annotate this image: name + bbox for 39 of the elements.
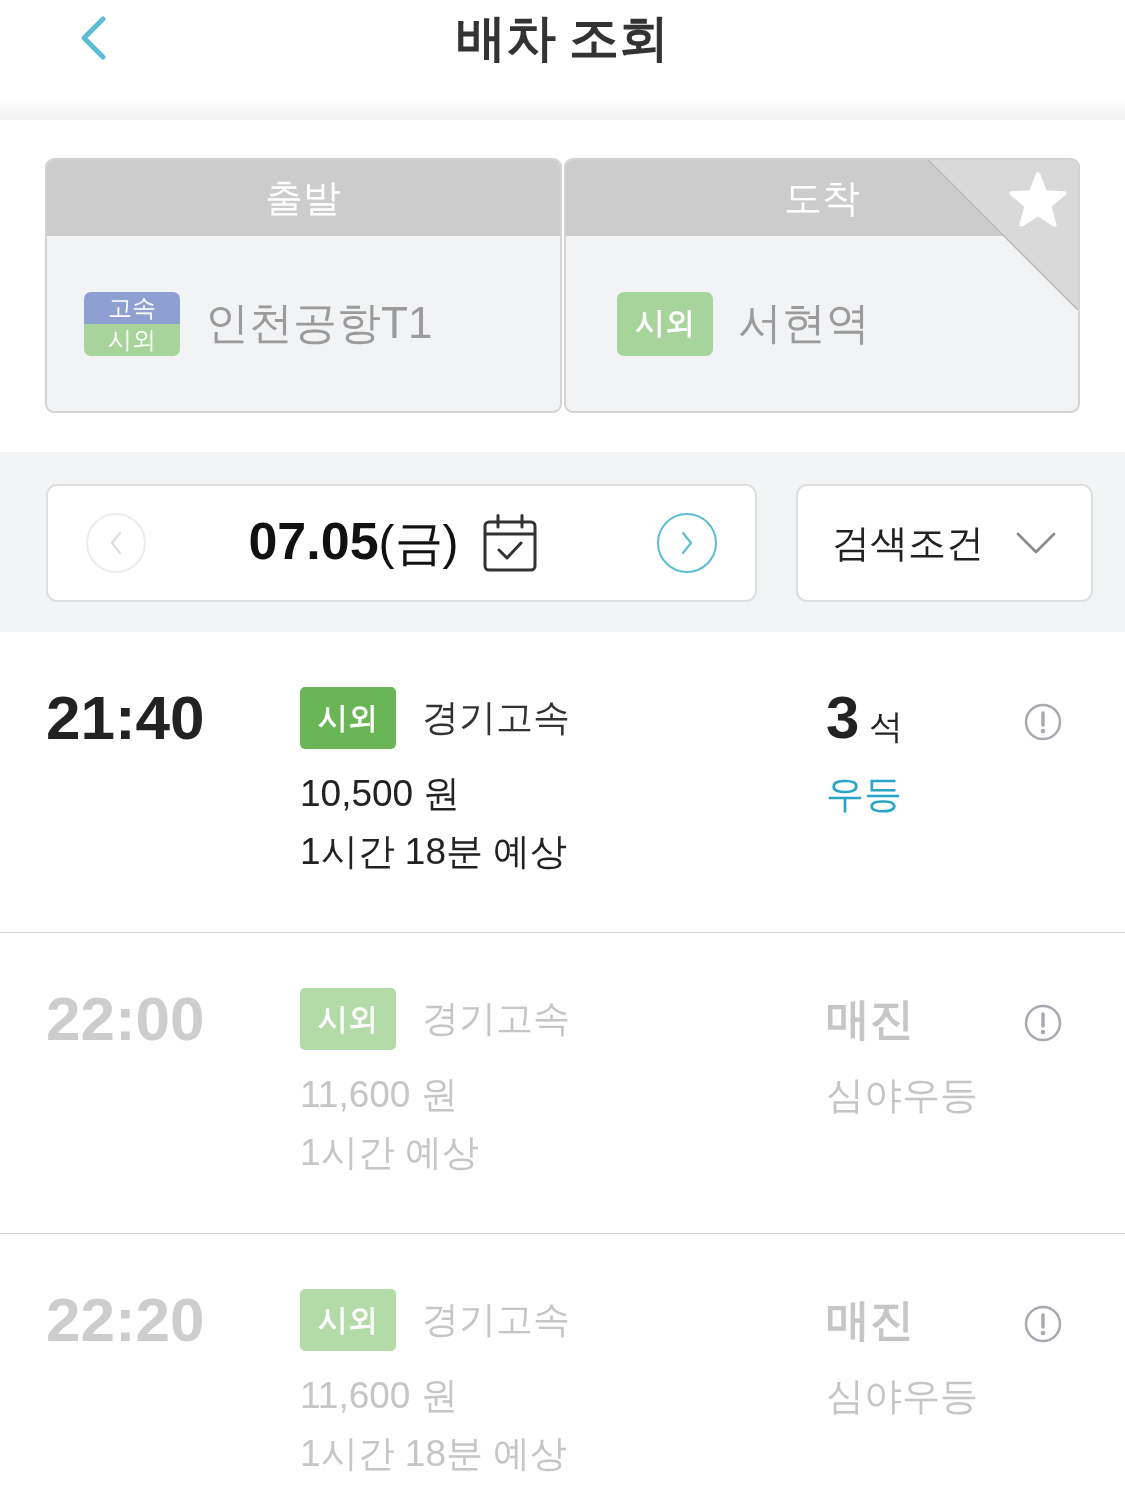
duration-text: 1시간 예상 (300, 1131, 479, 1175)
departure-time: 21:40 (46, 687, 205, 749)
station-name[interactable]: 인천공항T1 (205, 294, 433, 353)
bus-company: 경기고속 (422, 1298, 570, 1342)
seat-count: 3 (826, 687, 860, 749)
fare-text: 10,500 원 (300, 772, 461, 816)
info-icon[interactable] (1024, 1004, 1062, 1042)
chevron-down-icon (1016, 532, 1056, 554)
chevron-right-icon (680, 531, 694, 555)
search-filter-button[interactable]: 검색조건 (796, 484, 1093, 602)
favorite-button[interactable] (928, 160, 1078, 310)
duration-text: 1시간 18분 예상 (300, 1432, 568, 1476)
bus-type-tag: 시외 (300, 988, 396, 1050)
station-name[interactable]: 서현역 (737, 294, 870, 353)
page-title: 배차 조회 (455, 9, 670, 68)
info-icon[interactable] (1024, 1305, 1062, 1343)
calendar-icon[interactable] (482, 514, 537, 572)
bus-type-tag: 시외 (300, 1289, 396, 1351)
chevron-left-icon (109, 531, 123, 555)
route-type-tag: 시외 (616, 291, 713, 356)
back-icon[interactable] (79, 15, 107, 61)
route-type-tag: 고속 (84, 291, 180, 324)
bus-company: 경기고속 (422, 997, 570, 1041)
bus-type-tag: 시외 (300, 687, 396, 749)
bus-company: 경기고속 (422, 696, 570, 740)
date-label: 07.05(금) (248, 511, 459, 572)
sold-out-label: 매진 (826, 993, 914, 1045)
seat-grade: 우등 (826, 772, 902, 817)
fare-text: 11,600 원 (300, 1073, 458, 1117)
star-icon (1009, 172, 1067, 227)
seat-grade: 심야우등 (826, 1073, 978, 1118)
seat-unit: 석 (869, 706, 904, 747)
info-icon[interactable] (1024, 703, 1062, 741)
route-type-tag: 시외 (84, 323, 180, 356)
next-day-button[interactable] (657, 513, 717, 573)
fare-text: 11,600 원 (300, 1374, 458, 1418)
seat-grade: 심야우등 (826, 1374, 978, 1419)
duration-text: 1시간 18분 예상 (300, 830, 568, 874)
sold-out-label: 매진 (826, 1294, 914, 1346)
